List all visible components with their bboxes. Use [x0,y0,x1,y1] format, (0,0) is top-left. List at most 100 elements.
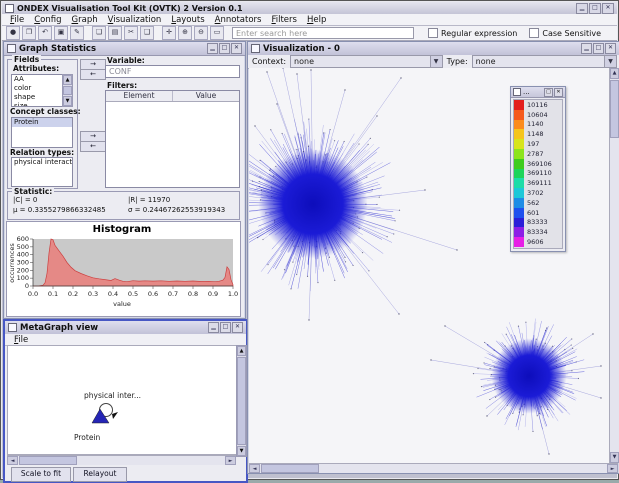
remove-filter-button[interactable]: ← [80,141,106,152]
close-icon[interactable]: ✕ [605,43,616,54]
attribute-item[interactable]: AA [12,75,63,84]
attribute-item[interactable]: shape [12,93,63,102]
minimize-icon[interactable]: ▁ [576,3,588,14]
close-icon[interactable]: ✕ [602,3,614,14]
legend-entry[interactable]: 10604 [514,110,562,120]
scroll-left-icon[interactable]: ◄ [7,456,18,465]
attributes-scrollbar[interactable]: ▲ ▼ [62,74,73,107]
close-icon[interactable]: ✕ [232,322,243,333]
scroll-thumb[interactable] [261,464,319,473]
maximize-icon[interactable]: □ [220,322,231,333]
new-graph-icon[interactable]: ● [6,26,20,40]
add-icon[interactable]: ❏ [92,26,106,40]
scroll-left-icon[interactable]: ◄ [249,464,260,473]
scroll-up-icon[interactable]: ▲ [237,346,246,356]
metagraph-titlebar[interactable]: MetaGraph view ▁ □ ✕ [5,321,246,335]
filters-column-header[interactable]: Element [106,91,173,101]
scroll-track[interactable] [78,456,225,465]
legend-entry[interactable]: 562 [514,198,562,208]
case-sensitive-checkbox[interactable] [529,28,539,38]
menu-item[interactable]: Config [29,15,66,25]
legend-entry[interactable]: 83333 [514,218,562,228]
menu-item[interactable]: Help [302,15,331,25]
scroll-thumb[interactable] [237,357,246,445]
legend-entry[interactable]: 3702 [514,188,562,198]
relation-type-item[interactable]: physical interaction [12,158,72,167]
select-icon[interactable]: ▭ [210,26,224,40]
legend-entry[interactable]: 369106 [514,159,562,169]
metagraph-horizontal-scrollbar[interactable]: ◄ ► [7,455,236,465]
menu-item[interactable]: Visualization [103,15,167,25]
relation-types-list[interactable]: physical interaction [11,157,73,187]
menu-item[interactable]: Annotators [210,15,267,25]
filters-column-header[interactable]: Value [173,91,239,101]
scroll-down-icon[interactable]: ▼ [610,452,619,463]
concept-classes-list[interactable]: Protein [11,117,73,148]
remove-variable-button[interactable]: ← [80,69,106,80]
minimize-icon[interactable]: ▁ [208,322,219,333]
metagraph-canvas[interactable]: physical inter...Protein [7,345,237,455]
menu-item-file[interactable]: File [9,335,33,345]
visualization-vertical-scrollbar[interactable]: ▲ ▼ [609,68,619,463]
graph-statistics-titlebar[interactable]: Graph Statistics ▁ □ ✕ [4,42,245,56]
regex-checkbox[interactable] [428,28,438,38]
zoom-in-icon[interactable]: ⊕ [178,26,192,40]
undo-icon[interactable]: ↶ [38,26,52,40]
chevron-down-icon[interactable]: ▼ [604,56,616,67]
maximize-icon[interactable]: □ [593,43,604,54]
maximize-icon[interactable]: □ [589,3,601,14]
legend-entry[interactable]: 369110 [514,169,562,179]
menu-item[interactable]: Graph [67,15,103,25]
legend-entry[interactable]: 1148 [514,129,562,139]
minimize-icon[interactable]: ▁ [581,43,592,54]
duplicate-icon[interactable]: ❑ [140,26,154,40]
scroll-right-icon[interactable]: ► [607,464,618,473]
menu-item[interactable]: File [5,15,29,25]
maximize-icon[interactable]: □ [544,88,553,97]
attributes-list[interactable]: AAcolorshapesize [11,74,64,107]
close-icon[interactable]: ✕ [231,43,242,54]
scroll-thumb[interactable] [63,86,72,95]
context-combobox[interactable]: none ▼ [290,55,443,68]
scroll-track[interactable] [610,139,619,452]
scroll-down-icon[interactable]: ▼ [237,446,246,456]
edit-icon[interactable]: ✎ [70,26,84,40]
zoom-out-icon[interactable]: ⊖ [194,26,208,40]
variable-field[interactable]: CONF [105,65,240,78]
close-icon[interactable]: ✕ [554,88,563,97]
visualization-horizontal-scrollbar[interactable]: ◄ ► [249,463,618,473]
filters-table[interactable]: ElementValue [105,90,240,188]
scroll-down-icon[interactable]: ▼ [63,96,72,106]
scroll-thumb[interactable] [19,456,77,465]
legend-entry[interactable]: 1140 [514,120,562,130]
legend-entry[interactable]: 601 [514,208,562,218]
legend-entry[interactable]: 2787 [514,149,562,159]
visualization-titlebar[interactable]: Visualization - 0 ▁ □ ✕ [248,42,619,56]
save-icon[interactable]: ▣ [54,26,68,40]
legend-titlebar[interactable]: ... □ ✕ [511,87,565,98]
legend-entry[interactable]: 369111 [514,178,562,188]
scroll-up-icon[interactable]: ▲ [63,75,72,85]
search-input[interactable] [232,27,414,39]
type-combobox[interactable]: none ▼ [472,55,617,68]
legend-entry[interactable]: 9606 [514,237,562,247]
legend-window[interactable]: ... □ ✕ 10116 10604 [510,86,566,252]
menu-item[interactable]: Layouts [166,15,209,25]
graph-canvas[interactable]: ... □ ✕ 10116 10604 [249,68,609,463]
maximize-icon[interactable]: □ [219,43,230,54]
scroll-right-icon[interactable]: ► [225,456,236,465]
chevron-down-icon[interactable]: ▼ [430,56,442,67]
scroll-up-icon[interactable]: ▲ [610,68,619,79]
scroll-track[interactable] [320,464,607,473]
copy-icon[interactable]: ❐ [22,26,36,40]
metagraph-vertical-scrollbar[interactable]: ▲ ▼ [236,345,247,457]
legend-entry[interactable]: 83334 [514,227,562,237]
minimize-icon[interactable]: ▁ [207,43,218,54]
paste-icon[interactable]: ▤ [108,26,122,40]
menu-item[interactable]: Filters [266,15,302,25]
legend-entry[interactable]: 10116 [514,100,562,110]
center-icon[interactable]: ✛ [162,26,176,40]
attribute-item[interactable]: color [12,84,63,93]
concept-class-item[interactable]: Protein [12,118,72,127]
scroll-thumb[interactable] [610,80,619,138]
